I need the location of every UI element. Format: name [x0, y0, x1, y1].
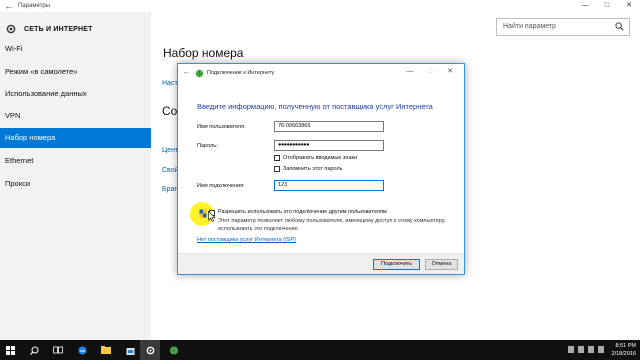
dialog-title: Подключение к Интернету — [207, 70, 275, 76]
window-title: Параметры — [18, 3, 50, 9]
page-title: Набор номера — [163, 46, 244, 60]
dialog-titlebar: ← Подключение к Интернету — □ ✕ — [178, 64, 464, 84]
shield-icon — [199, 209, 207, 218]
tray-language-icon[interactable] — [598, 346, 604, 353]
network-icon — [195, 69, 204, 78]
clock-date: 2/18/2016 — [611, 351, 636, 357]
maximize-icon[interactable]: □ — [596, 0, 618, 12]
search-placeholder: Найти параметр — [503, 23, 556, 30]
remember-label: Запомнить этот пароль — [283, 166, 343, 172]
show-chars-label: Отображать вводимые знаки — [283, 155, 358, 161]
share-label: Разрешить использовать это подключение д… — [218, 209, 387, 215]
window-controls: — □ ✕ — [574, 0, 640, 12]
related-link-1[interactable]: Цент — [162, 147, 178, 154]
mouse-cursor-icon — [208, 211, 216, 222]
username-field[interactable]: 76-00663869 — [274, 121, 384, 132]
cancel-button[interactable]: Отмена — [425, 259, 458, 270]
sidebar-item-vpn[interactable]: VPN — [0, 106, 151, 126]
remember-password-checkbox[interactable]: Запомнить этот пароль — [274, 166, 342, 172]
dialog-maximize-icon: □ — [427, 68, 433, 75]
password-label: Пароль: — [197, 143, 218, 149]
connect-dialog: ← Подключение к Интернету — □ ✕ Введите … — [177, 63, 465, 275]
sidebar-item-ethernet[interactable]: Ethernet — [0, 151, 151, 171]
search-input[interactable]: Найти параметр — [496, 18, 630, 36]
system-tray — [568, 346, 604, 353]
search-icon — [615, 22, 624, 31]
clock-time: 8:51 PM — [615, 343, 636, 349]
sidebar-header[interactable]: СЕТЬ И ИНТЕРНЕТ — [0, 20, 151, 38]
file-explorer-icon[interactable] — [96, 340, 116, 360]
sidebar-item-proxy[interactable]: Прокси — [0, 174, 151, 194]
connname-label: Имя подключения: — [197, 183, 245, 189]
tray-network-icon[interactable] — [578, 346, 584, 353]
share-description: Этот параметр позволяет любому пользоват… — [218, 218, 446, 232]
setup-link[interactable]: Наст — [162, 80, 178, 87]
screen: ← Параметры — □ ✕ СЕТЬ И ИНТЕРНЕТ Wi-Fi … — [0, 0, 640, 360]
dialog-minimize-icon[interactable]: — — [400, 66, 420, 78]
sidebar-item-airplane[interactable]: Режим «в самолете» — [0, 62, 151, 82]
tray-arrow-icon[interactable] — [568, 346, 574, 353]
settings-taskbar-icon[interactable] — [140, 340, 160, 360]
back-arrow-icon[interactable]: ← — [0, 1, 18, 11]
password-field[interactable]: ●●●●●●●●●●● — [274, 140, 384, 151]
edge-browser-icon[interactable] — [72, 340, 92, 360]
start-icon[interactable] — [0, 340, 20, 360]
minimize-icon[interactable]: — — [574, 0, 596, 12]
task-view-icon[interactable] — [48, 340, 68, 360]
no-isp-link[interactable]: Нет поставщика услуг Интернета (ISP) — [197, 237, 296, 243]
network-connections-icon[interactable] — [164, 340, 184, 360]
remember-box[interactable] — [274, 166, 280, 172]
show-chars-box[interactable] — [274, 155, 280, 161]
close-icon[interactable]: ✕ — [618, 0, 640, 12]
tray-volume-icon[interactable] — [588, 346, 594, 353]
sidebar-item-dialup[interactable]: Набор номера — [0, 128, 151, 148]
search-taskbar-icon[interactable] — [24, 340, 44, 360]
sidebar-item-wifi[interactable]: Wi-Fi — [0, 39, 151, 59]
dialog-back-icon[interactable]: ← — [183, 69, 190, 76]
sidebar-header-label: СЕТЬ И ИНТЕРНЕТ — [24, 25, 93, 33]
section-heading: Со — [162, 104, 178, 118]
store-icon[interactable] — [120, 340, 140, 360]
connect-button[interactable]: Подключить — [373, 259, 420, 270]
sidebar-item-data-usage[interactable]: Использование данных — [0, 84, 151, 104]
dialog-controls: — □ ✕ — [400, 66, 460, 78]
taskbar: 8:51 PM 2/18/2016 — [0, 340, 640, 360]
window-titlebar: ← Параметры — □ ✕ — [0, 0, 640, 12]
show-chars-checkbox[interactable]: Отображать вводимые знаки — [274, 155, 357, 161]
clock[interactable]: 8:51 PM 2/18/2016 — [612, 342, 636, 358]
sidebar: СЕТЬ И ИНТЕРНЕТ Wi-Fi Режим «в самолете»… — [0, 12, 151, 340]
connname-field[interactable]: 123 — [274, 180, 384, 191]
dialog-heading: Введите информацию, полученную от постав… — [197, 102, 433, 111]
dialog-footer: Подключить Отмена — [178, 253, 464, 274]
dialog-close-icon[interactable]: ✕ — [440, 66, 460, 78]
related-link-3[interactable]: Бран — [162, 186, 178, 193]
username-label: Имя пользователя: — [197, 124, 246, 130]
gear-icon — [6, 24, 16, 34]
